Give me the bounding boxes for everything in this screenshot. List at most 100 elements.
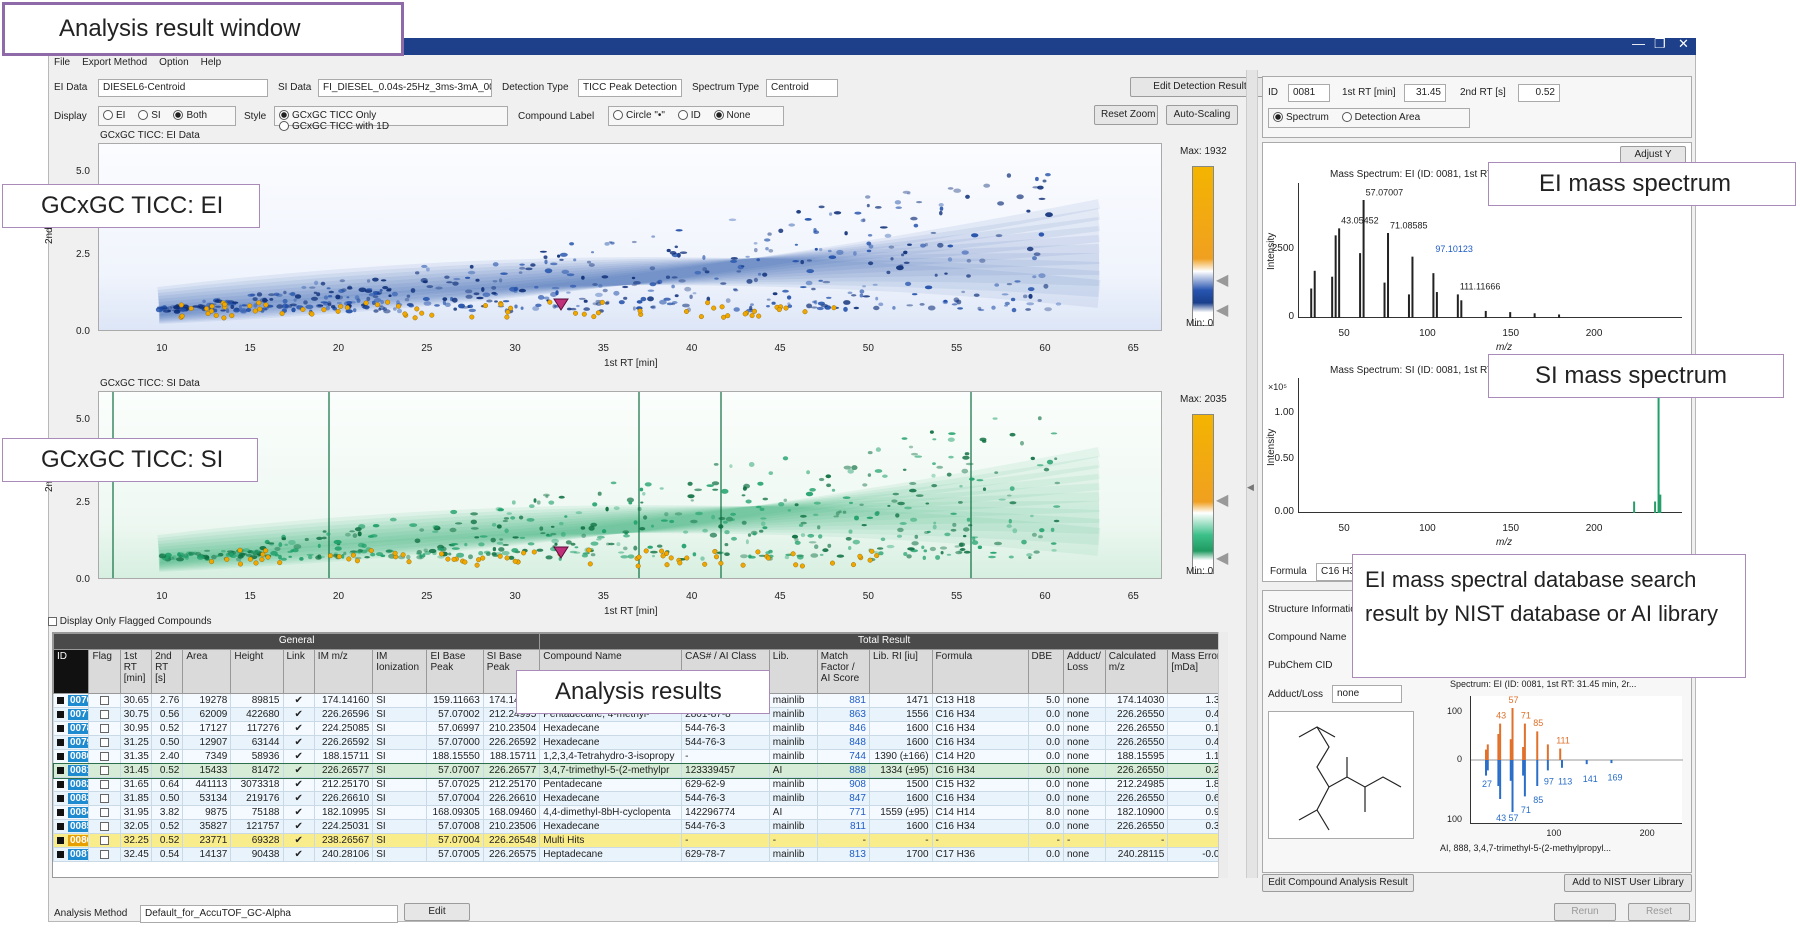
column-header[interactable]: Area (182, 649, 232, 694)
ei-data-field[interactable]: DIESEL6-Centroid (98, 79, 268, 97)
compound-marker[interactable] (702, 561, 708, 567)
compound-marker[interactable] (799, 563, 805, 569)
compound-marker[interactable] (221, 315, 227, 321)
compound-marker[interactable] (712, 548, 718, 554)
si-scale-lower-slider-icon[interactable]: ◀ (1216, 548, 1228, 568)
column-header[interactable]: Calculated m/z (1104, 649, 1169, 694)
ei-ticc-plot[interactable] (98, 143, 1162, 331)
compound-marker[interactable] (363, 300, 369, 306)
compound-marker[interactable] (263, 302, 269, 308)
selected-peak-marker[interactable] (553, 546, 569, 559)
column-header[interactable]: Adduct/ Loss (1062, 649, 1106, 694)
flag-checkbox[interactable] (88, 763, 121, 778)
compound-marker[interactable] (354, 558, 360, 564)
compound-marker[interactable] (790, 551, 796, 557)
compound-marker[interactable] (595, 310, 601, 316)
compound-marker[interactable] (802, 309, 808, 315)
compound-marker[interactable] (668, 555, 674, 561)
compound-label-option-circle[interactable]: Circle "•" (613, 110, 665, 121)
compound-marker[interactable] (698, 314, 704, 320)
compound-marker[interactable] (684, 308, 690, 314)
panel-splitter[interactable] (1246, 70, 1258, 878)
compound-label-option-none[interactable]: None (713, 110, 750, 121)
compound-marker[interactable] (497, 553, 503, 559)
table-row[interactable]: 008231.650.644411133073318✔212.25170SI57… (53, 777, 1227, 792)
compound-marker[interactable] (711, 305, 717, 311)
compound-marker[interactable] (247, 303, 253, 309)
adduct-field[interactable]: none (1332, 685, 1402, 703)
flag-checkbox[interactable] (88, 805, 121, 820)
compound-marker[interactable] (776, 307, 782, 313)
edit-method-button[interactable]: Edit (404, 903, 470, 921)
compound-marker[interactable] (831, 305, 837, 311)
compound-marker[interactable] (412, 315, 418, 321)
compound-marker[interactable] (419, 310, 425, 316)
style-option-ticc-only[interactable]: GCxGC TICC Only (279, 110, 376, 121)
compound-marker[interactable] (742, 311, 748, 317)
compound-marker[interactable] (705, 300, 711, 306)
compound-marker[interactable] (224, 556, 230, 562)
compound-marker[interactable] (677, 560, 683, 566)
compound-marker[interactable] (756, 313, 762, 319)
compound-marker[interactable] (350, 552, 356, 558)
compound-marker[interactable] (400, 552, 406, 558)
close-icon[interactable]: ✕ (1678, 36, 1689, 52)
compound-marker[interactable] (335, 308, 341, 314)
compound-marker[interactable] (279, 310, 285, 316)
spectrum-type-field[interactable]: Centroid (766, 79, 838, 97)
compound-marker[interactable] (229, 313, 235, 319)
compound-marker[interactable] (429, 312, 435, 318)
compound-marker[interactable] (512, 558, 518, 564)
compound-marker[interactable] (480, 555, 486, 561)
compound-marker[interactable] (439, 551, 445, 557)
compound-marker[interactable] (573, 310, 579, 316)
compound-marker[interactable] (338, 303, 344, 309)
compound-marker[interactable] (719, 304, 725, 310)
compound-marker[interactable] (237, 547, 243, 553)
analysis-method-field[interactable]: Default_for_AccuTOF_GC-Alpha (140, 905, 398, 923)
flag-checkbox[interactable] (88, 819, 121, 834)
column-header[interactable]: Flag (88, 649, 121, 694)
compound-marker[interactable] (664, 562, 670, 568)
table-row[interactable]: 008331.850.5053134219176✔226.26610SI57.0… (53, 791, 1227, 806)
menu-help[interactable]: Help (201, 57, 222, 68)
reset-zoom-button[interactable]: Reset Zoom (1094, 105, 1158, 125)
compound-marker[interactable] (462, 559, 468, 565)
column-header[interactable]: Height (230, 649, 284, 694)
compound-marker[interactable] (208, 308, 214, 314)
compound-marker[interactable] (300, 306, 306, 312)
compound-marker[interactable] (237, 561, 243, 567)
compound-marker[interactable] (259, 556, 265, 562)
rerun-button[interactable]: Rerun (1554, 903, 1616, 921)
compound-marker[interactable] (752, 308, 758, 314)
compound-marker[interactable] (392, 550, 398, 556)
compound-marker[interactable] (204, 306, 210, 312)
splitter-arrow-icon[interactable]: ◀ (1247, 482, 1254, 493)
table-row[interactable]: 0087 32.450.541413790438✔240.28106SI57.07… (53, 847, 1227, 862)
compound-marker[interactable] (531, 549, 537, 555)
compound-label-option-id[interactable]: ID (677, 110, 701, 121)
compound-marker[interactable] (581, 311, 587, 317)
view-option-spectrum[interactable]: Spectrum (1273, 112, 1329, 123)
compound-marker[interactable] (504, 314, 510, 320)
db-mirror-spectrum[interactable]: 57 43 71 85 111 27 43 57 71 85 97 113 141 169 (1470, 695, 1683, 824)
compound-marker[interactable] (725, 313, 731, 319)
add-to-nist-library-button[interactable]: Add to NIST User Library (1564, 874, 1692, 892)
flag-checkbox[interactable] (88, 833, 121, 848)
compound-marker[interactable] (346, 556, 352, 562)
menu-file[interactable]: File (54, 57, 70, 68)
compound-marker[interactable] (263, 548, 269, 554)
compound-marker[interactable] (636, 554, 642, 560)
flag-checkbox[interactable] (88, 791, 121, 806)
compound-marker[interactable] (265, 554, 271, 560)
column-header[interactable]: DBE (1027, 649, 1064, 694)
compound-marker[interactable] (309, 311, 315, 317)
compound-marker[interactable] (483, 303, 489, 309)
results-scrollbar[interactable] (1218, 632, 1228, 878)
compound-marker[interactable] (857, 553, 863, 559)
style-option-ticc-with-1d[interactable]: GCxGC TICC with 1D (279, 121, 389, 132)
column-header[interactable]: Formula (931, 649, 1029, 694)
flag-checkbox[interactable] (88, 707, 121, 722)
compound-marker[interactable] (414, 306, 420, 312)
compound-marker[interactable] (321, 307, 327, 313)
